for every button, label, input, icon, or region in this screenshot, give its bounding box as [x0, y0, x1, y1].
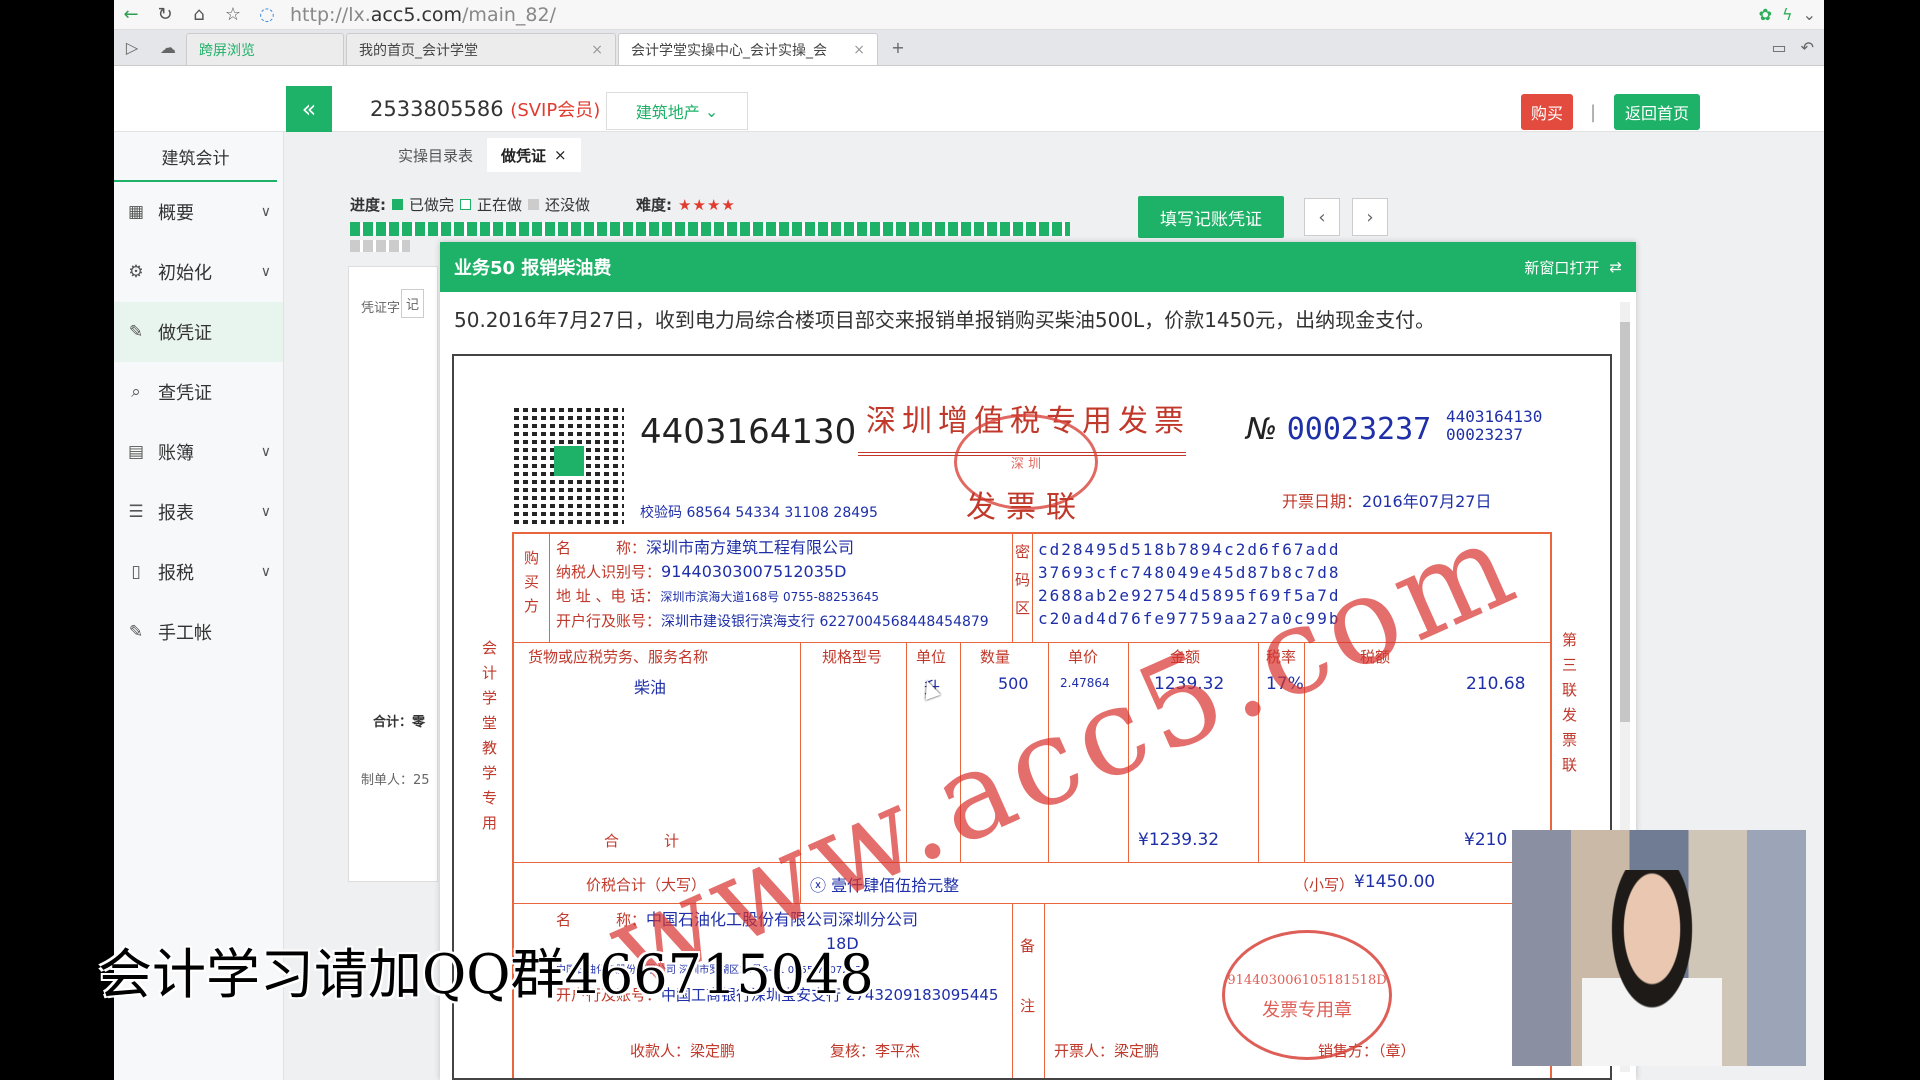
swap-icon: ⇄: [1609, 258, 1622, 276]
invoice-code: 4403164130: [640, 412, 857, 452]
browser-tab-bar: ▷ ☁ 跨屏浏览 我的首页_会计学堂 × 会计学堂实操中心_会计实操_会 × + ▭…: [114, 30, 1824, 66]
refresh-icon[interactable]: ↻: [148, 4, 182, 25]
globe-icon: ◌: [259, 4, 275, 25]
webcam-overlay: [1512, 830, 1806, 1066]
payee: 收款人：梁定鹏: [630, 1042, 736, 1060]
doing-square-icon: [460, 199, 472, 210]
prev-button[interactable]: ‹: [1304, 198, 1340, 236]
cloud-icon[interactable]: ☁: [150, 29, 186, 65]
qr-logo-icon: [554, 446, 584, 476]
sidebar-item-make-voucher[interactable]: ✎ 做凭证: [114, 302, 283, 362]
tab-cross-screen[interactable]: 跨屏浏览: [186, 33, 344, 65]
address-bar: ← ↻ ⌂ ☆ ◌ http://lx.acc5.com/main_82/ ✿ …: [114, 0, 1824, 30]
task-description: 50.2016年7月27日，收到电力局综合楼项目部交来报销单报销购买柴油500L…: [454, 308, 1436, 332]
voucher-panel: 凭证字 记 合计：零 制单人：25: [348, 266, 438, 882]
item-tax: 210.68: [1466, 674, 1526, 694]
checksum: 校验码 68564 54334 31108 28495: [640, 505, 878, 521]
pen-icon: ✎: [128, 322, 144, 342]
fill-voucher-button[interactable]: 填写记账凭证: [1138, 196, 1284, 238]
chevron-down-icon[interactable]: ⌄: [1803, 5, 1816, 24]
home-icon[interactable]: ⌂: [182, 4, 216, 25]
back-arrow-icon[interactable]: ←: [114, 4, 148, 25]
grid-icon: ▦: [127, 202, 145, 222]
tab-practice-list[interactable]: 实操目录表: [384, 138, 487, 172]
separator: |: [1590, 102, 1597, 123]
restore-icon[interactable]: ▭: [1771, 38, 1786, 57]
sidebar-item-overview[interactable]: ▦ 概要 ∨: [114, 182, 283, 242]
search-icon: ⌕: [131, 382, 141, 402]
buyer-name: 深圳市南方建筑工程有限公司: [646, 538, 855, 557]
difficulty-stars: ★★★★: [678, 195, 736, 214]
content-tabs: 实操目录表 做凭证 ×: [284, 132, 1824, 172]
sidebar-item-query-voucher[interactable]: ⌕ 查凭证: [114, 362, 283, 422]
account-info: 2533805586 (SVIP会员): [370, 97, 601, 121]
next-button[interactable]: ›: [1352, 198, 1388, 236]
seller-invoice-stamp: 914403006105181518D 发票专用章: [1222, 930, 1392, 1060]
undo-icon[interactable]: ↶: [1801, 38, 1814, 57]
star-icon[interactable]: ☆: [216, 4, 250, 25]
sidebar-item-init[interactable]: ⚙ 初始化 ∨: [114, 242, 283, 302]
chevron-right-icon: ›: [1366, 206, 1374, 228]
done-square-icon: [392, 199, 403, 210]
item-goods: 柴油: [634, 678, 667, 697]
tab-make-voucher[interactable]: 做凭证 ×: [487, 138, 581, 172]
invoice-number-small: 4403164130 00023237: [1446, 407, 1543, 444]
app-header: « 2533805586 (SVIP会员) 建筑地产 ⌄ 购买 | 返回首页: [114, 66, 1824, 132]
drawer: 开票人：梁定鹏: [1054, 1042, 1160, 1060]
buyer-address: 深圳市滨海大道168号 0755-88253645: [660, 590, 879, 604]
chevron-down-icon: ∨: [260, 204, 271, 220]
voucher-word-select[interactable]: 记: [401, 289, 425, 318]
left-side-label: 会计学堂教学专用: [482, 639, 498, 832]
reviewer: 复核：李平杰: [830, 1042, 921, 1060]
sidebar-item-tax[interactable]: ▯ 报税 ∨: [114, 542, 283, 602]
sidebar-item-ledger[interactable]: ▤ 账簿 ∨: [114, 422, 283, 482]
right-side-label: 第三联 发票联: [1562, 631, 1578, 774]
extension-icon[interactable]: ✿: [1759, 5, 1772, 24]
file-icon: ▯: [131, 562, 141, 582]
sum-in-figures: ¥1450.00: [1354, 872, 1436, 892]
chevron-down-icon: ∨: [260, 504, 271, 520]
close-icon[interactable]: ×: [845, 42, 865, 58]
progress-bar[interactable]: [350, 222, 1070, 236]
book-icon: ▤: [127, 442, 145, 462]
chevron-down-icon: ∨: [260, 564, 271, 580]
sidebar-title: 建筑会计: [114, 132, 277, 182]
sidebar-item-manual[interactable]: ✎ 手工帐: [114, 602, 283, 662]
industry-dropdown[interactable]: 建筑地产 ⌄: [606, 92, 748, 130]
presenter-video: [1582, 870, 1722, 1066]
progress-legend: 进度: 已做完 正在做 还没做 难度: ★★★★: [350, 195, 736, 215]
sidebar-toggle-icon[interactable]: ▷: [114, 29, 150, 65]
chevron-down-icon: ∨: [260, 264, 271, 280]
tab-my-home[interactable]: 我的首页_会计学堂 ×: [346, 33, 616, 65]
chevron-left-icon: ‹: [1318, 206, 1326, 228]
total-amount: ¥1239.32: [1138, 830, 1220, 850]
report-icon: ☰: [128, 502, 144, 522]
return-home-button[interactable]: 返回首页: [1614, 94, 1700, 130]
invoice-subtitle: 发票联: [966, 490, 1086, 525]
tab-practice-center[interactable]: 会计学堂实操中心_会计实操_会 ×: [618, 33, 878, 65]
collapse-sidebar-button[interactable]: «: [286, 86, 332, 132]
progress-bar-remaining: [350, 240, 410, 252]
qq-group-caption: 会计学习请加QQ群466715048: [98, 943, 874, 1006]
sidebar-item-reports[interactable]: ☰ 报表 ∨: [114, 482, 283, 542]
chevron-down-icon: ∨: [260, 444, 271, 460]
new-tab-icon[interactable]: +: [880, 29, 916, 65]
close-icon[interactable]: ×: [583, 42, 603, 58]
lightning-icon[interactable]: ϟ: [1782, 5, 1793, 24]
gear-icon: ⚙: [128, 262, 144, 282]
pen-icon: ✎: [128, 622, 144, 642]
total-tax: ¥210: [1464, 830, 1508, 850]
modal-header: 业务50 报销柴油费 新窗口打开 ⇄: [440, 242, 1636, 292]
buyer-bank: 深圳市建设银行滨海支行 6227004568448454879: [661, 614, 989, 630]
buyer-tax-id: 91440303007512035D: [661, 562, 847, 581]
invoice-number: № 00023237: [1246, 412, 1432, 447]
todo-square-icon: [528, 199, 540, 210]
close-icon[interactable]: ×: [554, 146, 567, 164]
item-qty: 500: [998, 674, 1029, 693]
buy-button[interactable]: 购买: [1521, 94, 1573, 130]
url-field[interactable]: http://lx.acc5.com/main_82/: [290, 4, 556, 26]
open-new-window-button[interactable]: 新窗口打开 ⇄: [1524, 257, 1622, 278]
